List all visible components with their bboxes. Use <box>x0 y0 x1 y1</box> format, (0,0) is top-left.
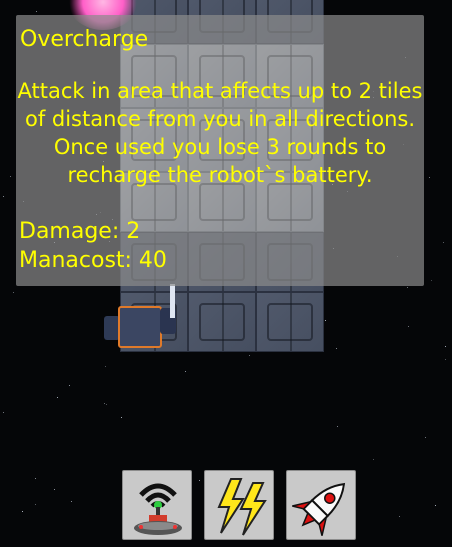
skill-button-overcharge[interactable] <box>122 470 192 540</box>
description-line: Attack in area that affects up to 2 tile… <box>17 79 423 103</box>
star <box>443 242 444 243</box>
star <box>337 426 338 427</box>
star <box>425 437 426 438</box>
manacost-stat: Manacost: 40 <box>19 248 167 273</box>
damage-stat: Damage: 2 <box>19 219 141 244</box>
player-robot[interactable] <box>100 284 188 348</box>
star <box>445 346 446 347</box>
star <box>35 478 36 479</box>
star <box>431 280 432 281</box>
star <box>336 348 337 349</box>
skill-tooltip: Overcharge Attack in area that affects u… <box>16 15 424 286</box>
skill-button-rocket[interactable] <box>286 470 356 540</box>
star <box>407 287 408 288</box>
board-tile[interactable] <box>188 292 256 352</box>
signal-tower-icon <box>134 483 182 535</box>
description-line: Once used you lose 3 rounds to <box>53 135 387 159</box>
board-tile[interactable] <box>256 292 324 352</box>
star <box>199 480 200 481</box>
skill-description: Attack in area that affects up to 2 tile… <box>16 77 424 189</box>
star <box>10 176 11 177</box>
star <box>106 404 107 405</box>
robot-body <box>118 306 162 348</box>
star <box>249 355 250 356</box>
description-line: of distance from you in all directions. <box>24 107 416 131</box>
star <box>105 366 106 367</box>
star <box>325 320 326 321</box>
star <box>399 516 400 517</box>
skill-title: Overcharge <box>20 27 149 52</box>
star <box>54 489 55 490</box>
star <box>36 11 37 12</box>
star <box>71 501 72 502</box>
star <box>69 385 70 386</box>
star <box>185 371 186 372</box>
star <box>22 511 23 512</box>
star <box>408 326 409 327</box>
lightning-bolts-icon <box>217 478 267 536</box>
star <box>445 359 446 360</box>
star <box>13 292 14 293</box>
rocket-icon <box>292 482 346 536</box>
star <box>435 505 436 506</box>
star <box>104 403 105 404</box>
star <box>121 417 122 418</box>
skill-button-lightning[interactable] <box>204 470 274 540</box>
star <box>3 412 4 413</box>
star <box>373 459 374 460</box>
robot-antenna <box>170 284 175 318</box>
star <box>429 177 430 178</box>
star <box>35 504 36 505</box>
star <box>3 196 4 197</box>
description-line: recharge the robot`s battery. <box>67 163 373 187</box>
star <box>57 397 58 398</box>
